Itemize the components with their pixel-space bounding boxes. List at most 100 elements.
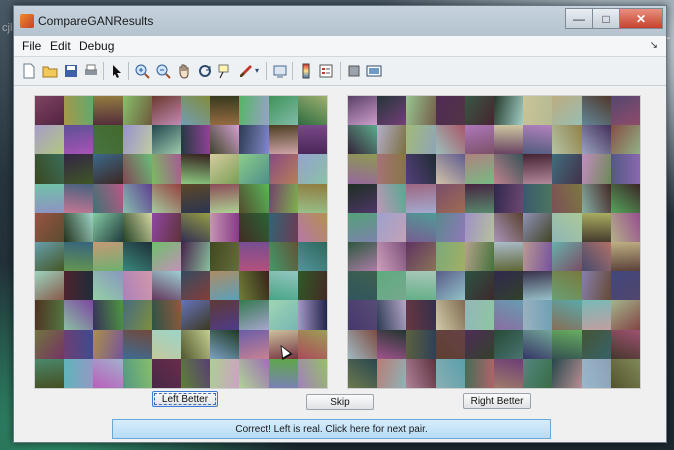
image-thumbnail <box>494 183 524 213</box>
image-thumbnail <box>377 271 407 301</box>
image-thumbnail <box>377 154 407 184</box>
image-thumbnail <box>406 125 436 155</box>
image-thumbnail <box>64 271 94 301</box>
image-thumbnail <box>610 358 640 388</box>
menu-edit[interactable]: Edit <box>50 39 71 53</box>
image-thumbnail <box>581 242 611 272</box>
image-thumbnail <box>523 154 553 184</box>
image-thumbnail <box>64 300 94 330</box>
minimize-button[interactable]: — <box>565 8 593 29</box>
image-thumbnail <box>210 271 240 301</box>
image-thumbnail <box>494 96 524 126</box>
image-thumbnail <box>435 96 465 126</box>
window-title: CompareGANResults <box>38 14 154 28</box>
image-thumbnail <box>494 329 524 359</box>
hide-plot-tools-icon[interactable] <box>345 62 362 79</box>
brush-dropdown-icon[interactable]: ▾ <box>253 62 261 79</box>
image-thumbnail <box>435 271 465 301</box>
link-plot-icon[interactable] <box>271 62 288 79</box>
image-thumbnail <box>122 96 152 126</box>
image-thumbnail <box>35 358 65 388</box>
image-thumbnail <box>435 300 465 330</box>
image-thumbnail <box>406 154 436 184</box>
dock-icon[interactable]: ↘ <box>650 40 658 51</box>
save-icon[interactable] <box>62 62 79 79</box>
image-thumbnail <box>464 329 494 359</box>
menu-debug[interactable]: Debug <box>79 39 114 53</box>
image-thumbnail <box>610 183 640 213</box>
image-thumbnail <box>181 300 211 330</box>
image-thumbnail <box>377 329 407 359</box>
image-thumbnail <box>464 358 494 388</box>
image-thumbnail <box>581 212 611 242</box>
right-better-button[interactable]: Right Better <box>463 393 531 409</box>
maximize-button[interactable]: □ <box>592 8 620 29</box>
image-thumbnail <box>494 125 524 155</box>
new-file-icon[interactable] <box>20 62 37 79</box>
image-thumbnail <box>552 96 582 126</box>
rotate-3d-icon[interactable] <box>196 62 213 79</box>
image-thumbnail <box>297 358 327 388</box>
image-thumbnail <box>151 96 181 126</box>
image-thumbnail <box>494 358 524 388</box>
image-thumbnail <box>297 300 327 330</box>
image-thumbnail <box>93 212 123 242</box>
title-bar[interactable]: CompareGANResults — □ ✕ <box>14 6 666 36</box>
next-pair-status-button[interactable]: Correct! Left is real. Click here for ne… <box>112 419 551 439</box>
image-thumbnail <box>210 154 240 184</box>
toolbar-separator <box>128 62 129 80</box>
image-thumbnail <box>435 183 465 213</box>
zoom-out-icon[interactable] <box>154 62 171 79</box>
data-cursor-icon[interactable] <box>216 62 233 79</box>
menu-bar: File Edit Debug ↘ <box>14 36 666 57</box>
open-folder-icon[interactable] <box>41 62 58 79</box>
image-thumbnail <box>122 212 152 242</box>
pan-hand-icon[interactable] <box>175 62 192 79</box>
image-thumbnail <box>210 183 240 213</box>
print-icon[interactable] <box>82 62 99 79</box>
image-thumbnail <box>523 212 553 242</box>
colorbar-icon[interactable] <box>297 62 314 79</box>
image-thumbnail <box>35 242 65 272</box>
image-thumbnail <box>297 154 327 184</box>
image-thumbnail <box>552 242 582 272</box>
image-thumbnail <box>122 242 152 272</box>
image-thumbnail <box>581 96 611 126</box>
image-thumbnail <box>610 96 640 126</box>
image-thumbnail <box>610 154 640 184</box>
image-thumbnail <box>35 96 65 126</box>
image-thumbnail <box>406 329 436 359</box>
image-thumbnail <box>348 154 378 184</box>
image-thumbnail <box>93 242 123 272</box>
image-thumbnail <box>239 96 269 126</box>
close-button[interactable]: ✕ <box>619 8 663 29</box>
zoom-in-icon[interactable] <box>133 62 150 79</box>
image-thumbnail <box>494 300 524 330</box>
image-thumbnail <box>552 300 582 330</box>
image-thumbnail <box>610 242 640 272</box>
image-thumbnail <box>35 212 65 242</box>
image-thumbnail <box>581 300 611 330</box>
image-thumbnail <box>435 329 465 359</box>
image-thumbnail <box>151 271 181 301</box>
image-thumbnail <box>64 96 94 126</box>
legend-icon[interactable] <box>317 62 334 79</box>
image-thumbnail <box>610 212 640 242</box>
show-plot-tools-icon[interactable] <box>365 62 382 79</box>
image-thumbnail <box>348 271 378 301</box>
image-thumbnail <box>610 329 640 359</box>
skip-button[interactable]: Skip <box>306 394 374 410</box>
image-thumbnail <box>406 271 436 301</box>
brush-icon[interactable] <box>237 62 254 79</box>
image-thumbnail <box>406 96 436 126</box>
left-better-button[interactable]: Left Better <box>152 391 218 407</box>
image-thumbnail <box>151 212 181 242</box>
image-thumbnail <box>552 125 582 155</box>
select-arrow-icon[interactable] <box>108 62 125 79</box>
image-thumbnail <box>406 212 436 242</box>
image-thumbnail <box>523 358 553 388</box>
image-thumbnail <box>348 96 378 126</box>
menu-file[interactable]: File <box>22 39 41 53</box>
image-thumbnail <box>239 183 269 213</box>
image-thumbnail <box>64 358 94 388</box>
